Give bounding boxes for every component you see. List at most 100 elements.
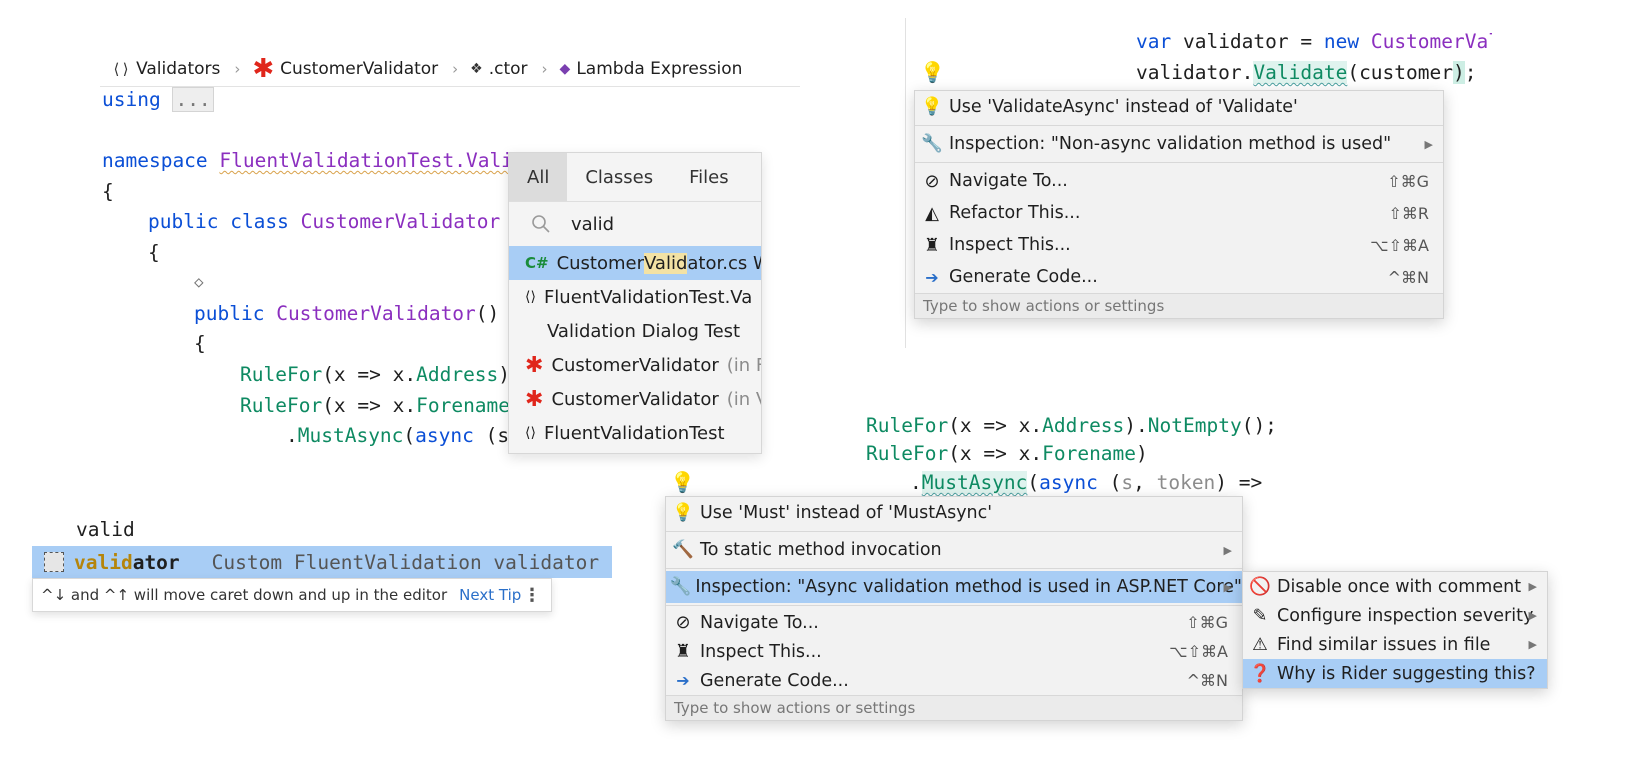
- menu-separator: [915, 162, 1443, 163]
- namespace-icon: ⟨⟩: [525, 425, 536, 441]
- result-label: CustomerValidator: [551, 388, 719, 410]
- code-line-validate: validator.Validate(customer);: [1136, 61, 1477, 84]
- menu-item-inspect[interactable]: ♜ Inspect This... ⌥⇧⌘A: [915, 229, 1443, 261]
- wrench-icon: 🔧: [669, 577, 692, 597]
- menu-label: Inspection: "Non-async validation method…: [949, 134, 1392, 154]
- breadcrumb-label: Lambda Expression: [576, 59, 743, 79]
- class-star-icon: ✱: [525, 386, 544, 412]
- find-issues-icon: ⚠: [1252, 634, 1268, 655]
- menu-label: Find similar issues in file: [1277, 634, 1491, 655]
- code-line-rule-forename: RuleFor(x => x.Forename): [866, 442, 1148, 465]
- menu-item-use-validateasync[interactable]: 💡 Use 'ValidateAsync' instead of 'Validat…: [915, 91, 1443, 123]
- menu-item-navigate[interactable]: ⊘ Navigate To... ⇧⌘G: [666, 608, 1242, 637]
- menu-shortcut: ⇧⌘G: [1387, 171, 1429, 191]
- menu-item-generate[interactable]: ➔ Generate Code... ^⌘N: [666, 666, 1242, 695]
- lightbulb-icon[interactable]: 💡: [670, 470, 695, 494]
- menu-separator: [666, 531, 1242, 532]
- menu-label: Generate Code...: [949, 267, 1098, 287]
- breadcrumb-label: Validators: [136, 59, 221, 79]
- breadcrumb: ⟨⟩ Validators › ✱ CustomerValidator › ❖ …: [100, 52, 800, 87]
- search-result[interactable]: C# CustomerValidator.cs W: [509, 246, 761, 280]
- menu-separator: [666, 568, 1242, 569]
- namespace-icon: ⟨⟩: [525, 289, 536, 305]
- menu-item-use-must[interactable]: 💡 Use 'Must' instead of 'MustAsync': [666, 497, 1242, 529]
- menu-label: Disable once with comment: [1277, 576, 1522, 597]
- lightbulb-icon[interactable]: 💡: [920, 60, 945, 84]
- menu-item-inspect[interactable]: ♜ Inspect This... ⌥⇧⌘A: [666, 637, 1242, 666]
- menu-item-static-invocation[interactable]: 🔨 To static method invocation ▶: [666, 534, 1242, 566]
- tab-classes[interactable]: Classes: [567, 153, 671, 201]
- menu-item-refactor[interactable]: ◭ Refactor This... ⇧⌘R: [915, 197, 1443, 229]
- tab-all[interactable]: All: [509, 153, 568, 201]
- search-input[interactable]: valid: [571, 214, 614, 235]
- severity-icon: ✎: [1252, 605, 1268, 626]
- code-line-var: var validator = new CustomerVal: [1136, 30, 1492, 53]
- inspection-submenu: 🚫 Disable once with comment ▶ ✎ Configure i…: [1242, 571, 1548, 689]
- submenu-arrow-icon: ▶: [1528, 638, 1537, 651]
- code-line-using: using ...: [102, 87, 214, 112]
- completion-label: validator: [74, 550, 180, 574]
- more-options-icon[interactable]: ⋮: [523, 585, 541, 606]
- lightbulb-icon: 💡: [672, 503, 694, 523]
- menu-item-generate[interactable]: ➔ Generate Code... ^⌘N: [915, 261, 1443, 293]
- completion-item[interactable]: validator Custom FluentValidation valida…: [32, 546, 612, 578]
- inspect-icon: ♜: [923, 234, 941, 256]
- menu-shortcut: ⌥⇧⌘A: [1169, 642, 1228, 661]
- submenu-item-why-suggesting[interactable]: ❓ Why is Rider suggesting this?: [1243, 659, 1547, 688]
- submenu-item-disable-once[interactable]: 🚫 Disable once with comment ▶: [1243, 572, 1547, 601]
- search-result[interactable]: ✱ CustomerValidator (in V: [509, 382, 761, 416]
- class-star-icon: ✱: [525, 352, 544, 378]
- completion-description: Custom FluentValidation validator: [211, 550, 600, 574]
- menu-item-inspection[interactable]: 🔧 Inspection: "Non-async validation metho…: [915, 128, 1443, 160]
- menu-separator: [915, 125, 1443, 126]
- fold-marker[interactable]: ...: [172, 87, 214, 112]
- menu-label: Navigate To...: [700, 612, 819, 633]
- code-line-brace: {: [194, 332, 206, 355]
- breadcrumb-item-class[interactable]: ✱ CustomerValidator: [252, 56, 438, 82]
- template-icon: [44, 552, 64, 572]
- search-result[interactable]: ⟨⟩ FluentValidationTest: [509, 416, 761, 450]
- menu-label: Use 'ValidateAsync' instead of 'Validate…: [949, 97, 1298, 117]
- result-label: CustomerValidator: [551, 354, 719, 376]
- constructor-icon: ❖: [470, 61, 483, 77]
- submenu-arrow-icon: ▶: [1528, 580, 1537, 593]
- submenu-item-find-similar[interactable]: ⚠ Find similar issues in file ▶: [1243, 630, 1547, 659]
- result-label: CustomerValidator.cs W: [556, 252, 761, 274]
- search-result[interactable]: Validation Dialog Test: [509, 314, 761, 348]
- breadcrumb-item-lambda[interactable]: ◆ Lambda Expression: [560, 59, 743, 79]
- submenu-item-configure-severity[interactable]: ✎ Configure inspection severity ▶: [1243, 601, 1547, 630]
- menu-footer: Type to show actions or settings: [915, 293, 1443, 318]
- menu-shortcut: ^⌘N: [1387, 267, 1429, 287]
- namespace-icon: ⟨⟩: [112, 60, 131, 78]
- menu-shortcut: ⌥⇧⌘A: [1370, 235, 1429, 255]
- search-input-row[interactable]: valid: [509, 201, 761, 246]
- tip-text: ^↓ and ^↑ will move caret down and up in…: [41, 586, 448, 604]
- next-tip-link[interactable]: Next Tip: [459, 586, 521, 604]
- menu-item-inspection[interactable]: 🔧 Inspection: "Async validation method is…: [666, 571, 1242, 603]
- breadcrumb-item-validators[interactable]: ⟨⟩ Validators: [112, 59, 220, 79]
- search-tabs: All Classes Files: [509, 153, 761, 201]
- tab-files[interactable]: Files: [671, 153, 747, 201]
- csharp-file-icon: C#: [525, 254, 549, 272]
- menu-label: Generate Code...: [700, 670, 849, 691]
- generate-icon: ➔: [676, 671, 690, 690]
- hammer-icon: 🔨: [672, 540, 694, 560]
- submenu-arrow-icon: ▶: [1528, 609, 1537, 622]
- menu-label: Configure inspection severity: [1277, 605, 1534, 626]
- chevron-right-icon: ›: [452, 60, 459, 78]
- result-label: FluentValidationTest.Va: [543, 286, 753, 308]
- menu-shortcut: ⇧⌘R: [1388, 203, 1429, 223]
- menu-label: Inspect This...: [700, 641, 822, 662]
- search-result[interactable]: ✱ CustomerValidator (in F: [509, 348, 761, 382]
- diamond-marker-icon: ◇: [194, 272, 204, 291]
- menu-label: Refactor This...: [949, 203, 1081, 223]
- context-actions-menu: 💡 Use 'ValidateAsync' instead of 'Validat…: [914, 90, 1444, 319]
- breadcrumb-item-ctor[interactable]: ❖ .ctor: [470, 59, 527, 79]
- result-label: Validation Dialog Test: [547, 320, 741, 342]
- code-line-mustasync: .MustAsync(async (s, token) =>: [910, 471, 1263, 494]
- wrench-icon: 🔧: [921, 134, 943, 154]
- menu-item-navigate[interactable]: ⊘ Navigate To... ⇧⌘G: [915, 165, 1443, 197]
- submenu-arrow-icon: ▶: [1223, 543, 1232, 557]
- search-result[interactable]: ⟨⟩ FluentValidationTest.Va: [509, 280, 761, 314]
- chevron-right-icon: ›: [234, 60, 241, 78]
